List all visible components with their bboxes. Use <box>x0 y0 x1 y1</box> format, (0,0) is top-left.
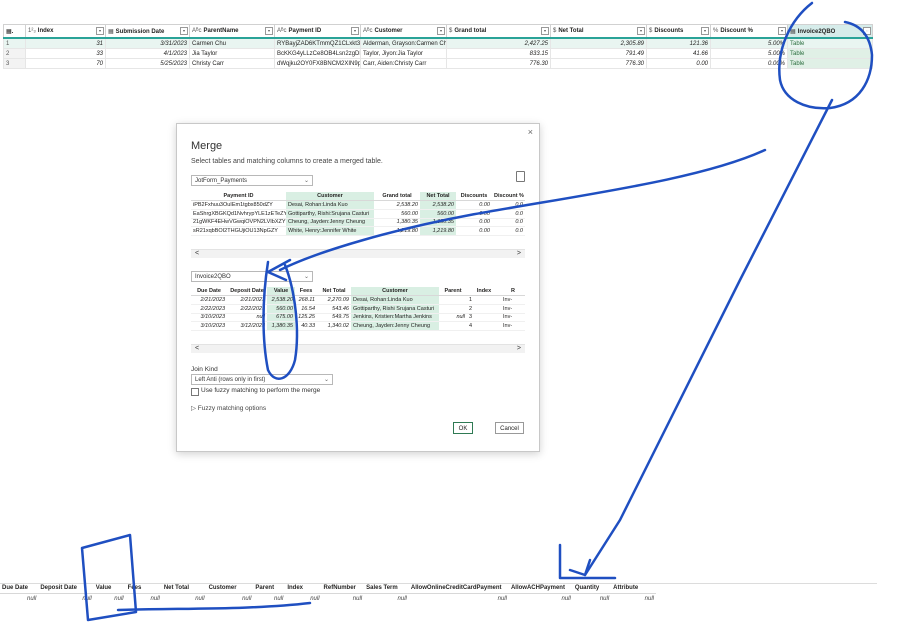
join-kind-label: Join Kind <box>191 366 218 373</box>
table-row: 3/10/2023 3/12/2023 1,380.35 40.33 1,340.02 C… <box>191 321 525 332</box>
column-header-payment-id[interactable]: Aᴮc Payment ID ▾ <box>274 24 361 39</box>
column-filter-dropdown-icon[interactable]: ▾ <box>96 27 104 35</box>
annotation-arrow-head-quantity <box>568 558 592 577</box>
column-header[interactable]: Attribute <box>611 583 656 594</box>
table-row: null null null null null null null null null null… <box>26 595 654 602</box>
cancel-button[interactable]: Cancel <box>495 422 524 434</box>
column-header-index[interactable]: 1²₃ Index ▾ <box>25 24 106 39</box>
expand-column-icon[interactable]: ⇔ <box>863 27 871 35</box>
join-kind-select[interactable]: Left Anti (rows only in first) ⌄ <box>191 374 333 385</box>
second-table-preview: Due Date Deposit Date Value Fees Net Tot… <box>191 287 525 332</box>
annotation-box-value <box>80 533 138 622</box>
column-filter-dropdown-icon[interactable]: ▾ <box>637 27 645 35</box>
first-table-preview: Payment ID Customer Grand total Net Tota… <box>191 192 525 237</box>
column-header[interactable]: AllowACHPayment <box>508 583 573 594</box>
horizontal-scrollbar[interactable]: < > <box>191 344 525 353</box>
dialog-subtitle: Select tables and matching columns to cr… <box>191 158 383 165</box>
horizontal-scrollbar[interactable]: < > <box>191 249 525 258</box>
column-filter-dropdown-icon[interactable]: ▾ <box>541 27 549 35</box>
column-header-grand-total[interactable]: $ Grand total ▾ <box>446 24 551 39</box>
annotation-underline-nulls <box>116 601 312 612</box>
table-row: iPB2Fxhuu3OuIEm1tgbx850dZY Desai, Rohan:L… <box>191 200 525 210</box>
column-header-discount-pct[interactable]: % Discount % ▾ <box>710 24 788 39</box>
column-filter-dropdown-icon[interactable]: ▾ <box>437 27 445 35</box>
column-filter-dropdown-icon[interactable]: ▾ <box>778 27 786 35</box>
table-row[interactable]: 3 70 5/25/2023 Christy Carr dWqjku2OY0FX… <box>3 58 873 69</box>
dialog-title: Merge <box>191 140 223 152</box>
column-header-parent-name[interactable]: Aᴮc ParentName ▾ <box>189 24 275 39</box>
scroll-left-icon[interactable]: < <box>195 345 199 353</box>
column-filter-dropdown-icon[interactable]: ▾ <box>351 27 359 35</box>
table-row: 2/21/2023 2/21/2023 2,538.20 268.11 2,270.09… <box>191 295 525 305</box>
selected-match-column[interactable]: Value <box>267 287 295 296</box>
fuzzy-options-expander[interactable]: ▷ Fuzzy matching options <box>191 404 266 412</box>
column-header[interactable]: Net Total <box>161 583 207 594</box>
table-row: 3/10/2023 null 675.00 125.25 549.75 Jenkins, … <box>191 313 525 323</box>
table-row[interactable]: 1 31 3/31/2023 Carmen Chu RYBayjZAD6KTmm… <box>3 37 873 49</box>
column-header[interactable]: Quantity <box>572 583 612 594</box>
annotation-arrow-to-quantity <box>583 98 834 577</box>
ok-button[interactable]: OK <box>453 422 473 434</box>
first-table-select[interactable]: JotForm_Payments ⌄ <box>191 175 313 186</box>
column-header[interactable]: AllowOnlineCreditCardPayment <box>408 583 509 594</box>
scroll-left-icon[interactable]: < <box>195 250 199 258</box>
column-header[interactable]: Customer <box>206 583 254 594</box>
table-menu-icon[interactable]: ▦. <box>3 24 26 39</box>
column-header[interactable]: Due Date <box>0 583 39 594</box>
column-filter-dropdown-icon[interactable]: ▾ <box>701 27 709 35</box>
annotation-line-quantity <box>558 543 617 580</box>
chevron-down-icon: ⌄ <box>303 274 309 280</box>
column-filter-dropdown-icon[interactable]: ▾ <box>180 27 188 35</box>
column-header[interactable]: Index <box>285 583 322 594</box>
column-header[interactable]: Deposit Date <box>38 583 94 594</box>
column-header[interactable]: Sales Term <box>364 583 409 594</box>
table-row: sR21xqbBOI2THGUjiOU13NpGZY White, Henry:J… <box>191 226 525 237</box>
result-grid: Due Date Deposit Date Value Fees Net Tot… <box>0 583 656 603</box>
document-icon[interactable] <box>516 171 525 182</box>
column-header-discounts[interactable]: $ Discounts ▾ <box>646 24 711 39</box>
column-header-submission-date[interactable]: ▦ Submission Date ▾ <box>105 24 190 39</box>
table-row: EaShrgXBGKQd1NvhrypYLE1zETeZY Gottiparthy… <box>191 209 525 219</box>
fuzzy-matching-label: Use fuzzy matching to perform the merge <box>201 387 321 394</box>
column-header[interactable]: Parent <box>253 583 286 594</box>
column-header-invoice2qbo[interactable]: ▦ Invoice2QBO ⇔ <box>787 24 873 39</box>
table-row: 2/22/2023 2/22/2023 560.00 16.54 543.46 Gotti… <box>191 304 525 314</box>
chevron-down-icon: ⌄ <box>323 377 329 383</box>
column-filter-dropdown-icon[interactable]: ▾ <box>265 27 273 35</box>
column-header[interactable]: Fees <box>125 583 162 594</box>
table-row: 21gWKF4EHwVGwqiOVPN2LVIbXZY Cheung, Jayde… <box>191 218 525 228</box>
selected-match-column[interactable]: Customer <box>351 287 439 296</box>
merge-dialog: × Merge Select tables and matching colum… <box>176 123 540 452</box>
scroll-right-icon[interactable]: > <box>517 345 521 353</box>
column-header[interactable]: RefNumber <box>321 583 365 594</box>
selected-match-column[interactable]: Customer <box>286 192 374 201</box>
main-data-grid: ▦. 1²₃ Index ▾ ▦ Submission Date ▾ Aᴮc Parent… <box>3 24 873 69</box>
second-table-select[interactable]: Invoice2QBO ⌄ <box>191 271 313 282</box>
column-header-net-total[interactable]: $ Net Total ▾ <box>550 24 647 39</box>
fuzzy-matching-checkbox[interactable] <box>191 388 199 396</box>
selected-match-column[interactable]: Net Total <box>420 192 456 201</box>
close-icon[interactable]: × <box>528 127 533 137</box>
column-header-customer[interactable]: Aᴮc Customer ▾ <box>360 24 447 39</box>
column-header[interactable]: Value <box>93 583 126 594</box>
table-row[interactable]: 2 33 4/1/2023 Jia Taylor BcKKG4yLLzCe8OB… <box>3 48 873 59</box>
scroll-right-icon[interactable]: > <box>517 250 521 258</box>
chevron-down-icon: ⌄ <box>303 178 309 184</box>
